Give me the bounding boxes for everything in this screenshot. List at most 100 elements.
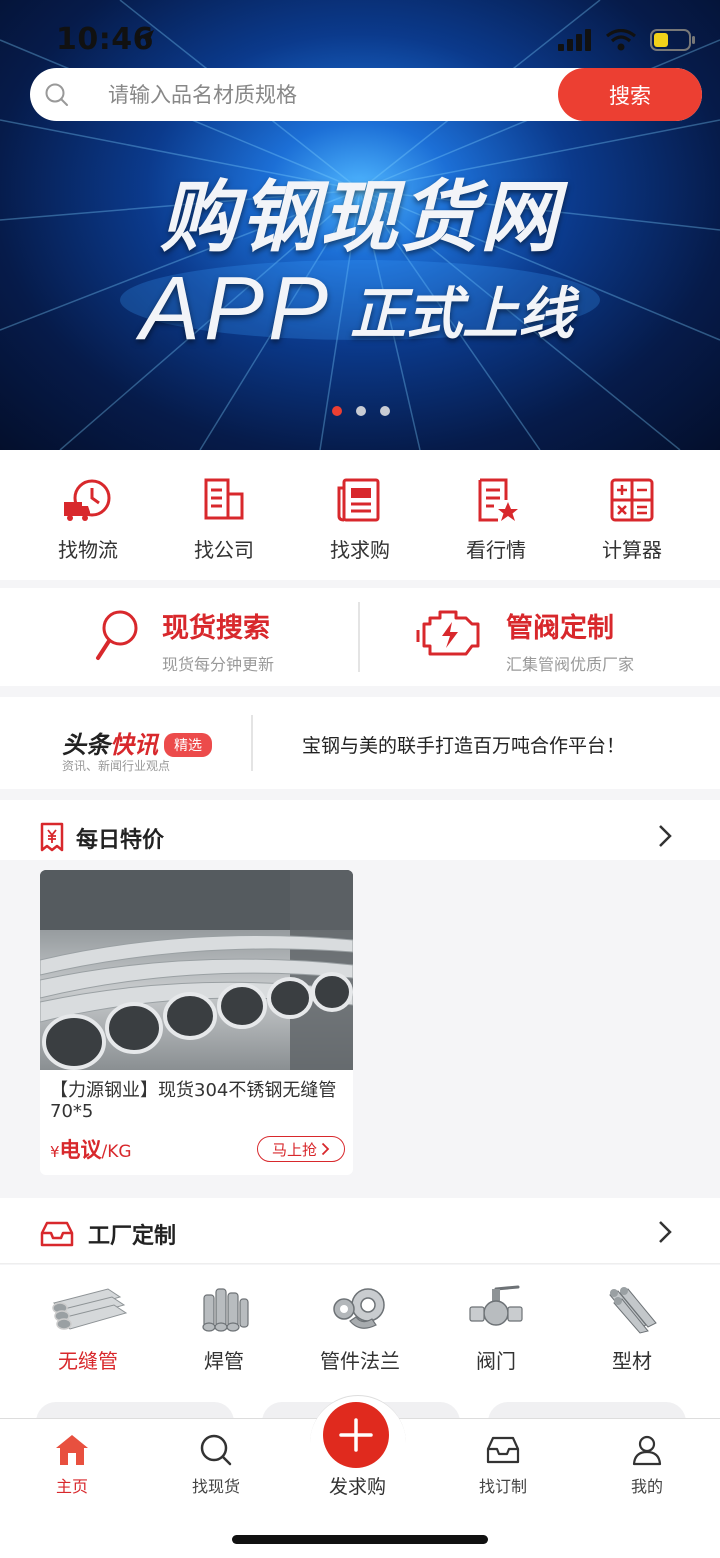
seamless-pipe-icon — [52, 1288, 128, 1330]
news-ticker[interactable]: 头条快讯 精选 资讯、新闻行业观点 宝钢与美的联手打造百万吨合作平台！ — [0, 697, 720, 789]
carousel-dot[interactable] — [380, 406, 390, 416]
tab-mine[interactable]: 我的 — [592, 1433, 702, 1497]
chevron-right-icon[interactable] — [658, 824, 672, 848]
banner-title: 购钢现货网 — [159, 173, 560, 263]
tab-label: 我的 — [630, 1477, 663, 1496]
cellular-signal-icon — [558, 29, 591, 51]
category-label: 无缝管 — [58, 1349, 118, 1373]
grab-now-button[interactable]: 马上抢 — [257, 1136, 345, 1162]
search-input[interactable] — [108, 81, 568, 109]
banner-app-text: APP — [140, 259, 333, 359]
factory-custom-header[interactable]: 工厂定制 — [0, 1198, 720, 1264]
quick-nav-label: 找物流 — [58, 538, 118, 562]
inbox-tray-icon — [40, 1221, 74, 1247]
banner-subtitle: APP 正式上线 — [140, 258, 574, 361]
category-label: 型材 — [612, 1349, 652, 1373]
news-badge: 精选 — [164, 733, 212, 757]
product-image — [40, 870, 353, 1070]
steel-bars-icon — [609, 1287, 657, 1334]
flange-icon — [333, 1288, 385, 1329]
calculator-icon — [610, 478, 654, 522]
quick-nav-requests[interactable]: 找求购 — [292, 450, 428, 580]
news-tagline: 资讯、新闻行业观点 — [62, 759, 171, 773]
steel-pipes-image — [40, 870, 353, 1070]
news-divider — [251, 715, 253, 771]
publish-request-label[interactable]: 发求购 — [300, 1472, 415, 1499]
home-indicator — [232, 1535, 488, 1544]
welded-pipe-icon — [202, 1288, 249, 1332]
search-button[interactable]: 搜索 — [558, 68, 702, 121]
location-arrow-icon — [138, 30, 154, 46]
featured-subtitle: 现货每分钟更新 — [162, 655, 275, 674]
home-icon — [56, 1435, 88, 1465]
tab-home[interactable]: 主页 — [17, 1433, 127, 1497]
document-star-icon — [478, 478, 518, 522]
category-label: 管件法兰 — [320, 1349, 400, 1373]
news-logo: 头条快讯 精选 — [62, 725, 212, 760]
price-tag-icon — [40, 822, 64, 852]
featured-title: 管阀定制 — [506, 613, 614, 644]
grab-now-label: 马上抢 — [271, 1140, 317, 1159]
quick-nav-label: 计算器 — [602, 538, 662, 562]
tab-label: 找现货 — [191, 1477, 240, 1496]
inbox-tray-icon — [486, 1436, 520, 1464]
carousel-dot[interactable] — [332, 406, 342, 416]
price-amount: 电议 — [59, 1138, 102, 1162]
featured-subtitle: 汇集管阀优质厂家 — [506, 655, 635, 674]
featured-entries: 现货搜索 现货每分钟更新 管阀定制 汇集管阀优质厂家 — [0, 588, 720, 686]
featured-title: 现货搜索 — [162, 613, 270, 644]
tab-label: 找订制 — [478, 1477, 527, 1496]
product-price: ¥电议/KG — [50, 1134, 132, 1164]
chevron-right-icon — [321, 1142, 330, 1156]
truck-clock-icon — [64, 479, 111, 521]
search-icon — [200, 1434, 232, 1466]
banner-carousel[interactable]: 10:46 搜索 购钢现货 — [0, 0, 720, 450]
battery-icon — [650, 29, 695, 51]
engine-icon — [416, 610, 480, 656]
quick-nav: 找物流 找公司 找求购 看行情 计算器 — [0, 450, 720, 580]
tab-find-stock[interactable]: 找现货 — [161, 1433, 271, 1497]
daily-deals-header[interactable]: 每日特价 — [0, 800, 720, 860]
quick-nav-market[interactable]: 看行情 — [428, 450, 564, 580]
daily-deals-list: 【力源钢业】现货304不锈钢无缝管 70*5 ¥电议/KG 马上抢 — [0, 860, 720, 1195]
category-profiles[interactable]: 型材 — [564, 1265, 700, 1425]
section-title: 工厂定制 — [88, 1224, 177, 1249]
chevron-right-icon[interactable] — [658, 1220, 672, 1244]
price-unit: /KG — [101, 1142, 132, 1162]
magnifier-icon — [96, 610, 138, 660]
quick-nav-calculator[interactable]: 计算器 — [564, 450, 700, 580]
tab-find-custom[interactable]: 找订制 — [448, 1433, 558, 1497]
valve-custom-entry[interactable]: 管阀定制 汇集管阀优质厂家 — [416, 606, 634, 675]
search-icon — [45, 83, 68, 106]
news-headline[interactable]: 宝钢与美的联手打造百万吨合作平台！ — [302, 731, 625, 758]
price-currency: ¥ — [50, 1143, 60, 1161]
wifi-icon — [606, 29, 636, 51]
newspaper-icon — [337, 478, 380, 522]
category-seamless-pipe[interactable]: 无缝管 — [20, 1265, 156, 1425]
quick-nav-label: 找求购 — [330, 538, 390, 562]
quick-nav-logistics[interactable]: 找物流 — [20, 450, 156, 580]
category-label: 阀门 — [476, 1349, 516, 1373]
quick-nav-label: 看行情 — [466, 538, 526, 562]
product-name: 【力源钢业】现货304不锈钢无缝管 70*5 — [50, 1080, 337, 1122]
category-label: 焊管 — [204, 1349, 244, 1373]
quick-nav-company[interactable]: 找公司 — [156, 450, 292, 580]
search-bar[interactable]: 搜索 — [30, 68, 702, 121]
category-welded-pipe[interactable]: 焊管 — [156, 1265, 292, 1425]
carousel-dot[interactable] — [356, 406, 366, 416]
news-logo-black: 头条 — [62, 731, 110, 759]
section-title: 每日特价 — [76, 828, 165, 853]
featured-divider — [358, 602, 360, 672]
quick-nav-label: 找公司 — [194, 538, 254, 562]
publish-request-button[interactable] — [323, 1402, 389, 1468]
stock-search-entry[interactable]: 现货搜索 现货每分钟更新 — [94, 606, 274, 675]
status-bar: 10:46 — [0, 0, 720, 70]
carousel-indicators — [332, 406, 390, 416]
user-icon — [632, 1435, 662, 1466]
product-card[interactable]: 【力源钢业】现货304不锈钢无缝管 70*5 ¥电议/KG 马上抢 — [40, 870, 353, 1175]
tab-label: 主页 — [55, 1477, 88, 1496]
banner-online-text: 正式上线 — [350, 282, 575, 347]
news-logo-red: 快讯 — [110, 731, 158, 759]
valve-icon — [469, 1285, 523, 1326]
category-valves[interactable]: 阀门 — [428, 1265, 564, 1425]
